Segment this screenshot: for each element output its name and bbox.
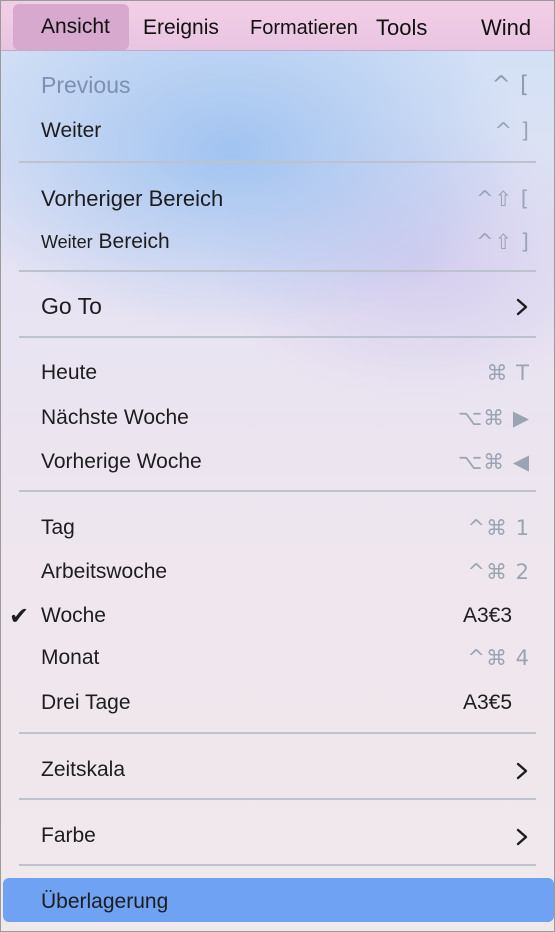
menu-formatieren[interactable]: Formatieren xyxy=(250,1,358,51)
menu-item-label: Weiter xyxy=(41,119,102,142)
separator xyxy=(19,732,536,734)
shortcut-monat: ^⌘ 4 xyxy=(467,646,530,670)
menu-item-label: Überlagerung xyxy=(41,890,169,913)
menu-item-naechste-woche[interactable]: Nächste Woche ⌥⌘ ▶ xyxy=(1,397,554,439)
menu-tools[interactable]: Tools xyxy=(376,1,427,51)
menu-item-label-part: Bereich xyxy=(98,230,170,253)
menu-item-label: Arbeitswoche xyxy=(41,560,168,583)
menu-item-label: Weiter Bereich xyxy=(41,221,170,263)
shortcut-drei-tage: A3€5 xyxy=(462,691,512,714)
shortcut-weiter: ^ ] xyxy=(494,119,530,143)
menu-item-ueberlagerung[interactable]: Überlagerung xyxy=(1,881,554,923)
shortcut-tag: ^⌘ 1 xyxy=(467,516,530,540)
menu-item-label: Tag xyxy=(41,516,75,539)
separator xyxy=(19,270,536,272)
menu-item-monat[interactable]: Monat ^⌘ 4 xyxy=(1,637,554,679)
shortcut-vorherige-woche: ⌥⌘ ◀ xyxy=(457,450,530,474)
menu-ansicht[interactable]: Ansicht xyxy=(13,4,129,50)
shortcut-heute: ⌘ T xyxy=(486,361,530,385)
menu-item-weiter-bereich[interactable]: Weiter Bereich ^⇧ ] xyxy=(1,221,554,263)
menu-item-tag[interactable]: Tag ^⌘ 1 xyxy=(1,507,554,549)
menu-item-zeitskala[interactable]: Zeitskala xyxy=(1,749,554,791)
shortcut-woche: A3€3 xyxy=(462,604,512,627)
menu-item-label: Drei Tage xyxy=(41,691,131,714)
shortcut-naechste-woche: ⌥⌘ ▶ xyxy=(457,406,530,430)
separator xyxy=(19,161,536,163)
menu-item-weiter[interactable]: Weiter ^ ] xyxy=(1,110,554,152)
menu-item-label: Woche xyxy=(41,604,106,627)
menu-item-vorheriger-bereich[interactable]: Vorheriger Bereich ^⇧ [ xyxy=(1,178,554,220)
menu-window: Ansicht Ereignis Formatieren Tools Wind … xyxy=(0,0,555,932)
menu-item-previous: Previous ^ [ xyxy=(1,64,554,106)
menu-item-label: Farbe xyxy=(41,824,96,847)
separator xyxy=(19,798,536,800)
menu-item-arbeitswoche[interactable]: Arbeitswoche ^⌘ 2 xyxy=(1,551,554,593)
separator xyxy=(19,336,536,338)
chevron-right-icon xyxy=(516,298,528,316)
menu-item-label: Heute xyxy=(41,361,98,384)
menu-item-label: Vorherige Woche xyxy=(41,450,202,473)
separator xyxy=(19,490,536,492)
menu-bar: Ansicht Ereignis Formatieren Tools Wind xyxy=(1,1,554,51)
chevron-right-icon xyxy=(516,762,528,780)
menu-item-label: Zeitskala xyxy=(41,758,126,781)
menu-item-label: Previous xyxy=(41,72,131,98)
shortcut-arbeitswoche: ^⌘ 2 xyxy=(467,560,530,584)
shortcut-vorheriger-bereich: ^⇧ [ xyxy=(475,187,530,211)
menu-item-drei-tage[interactable]: Drei Tage A3€5 xyxy=(1,682,554,724)
menu-item-woche[interactable]: ✔ Woche A3€3 xyxy=(1,595,554,637)
menu-item-vorherige-woche[interactable]: Vorherige Woche ⌥⌘ ◀ xyxy=(1,441,554,483)
menu-item-label: Vorheriger Bereich xyxy=(41,186,224,211)
shortcut-weiter-bereich: ^⇧ ] xyxy=(475,230,530,254)
menu-item-label: Nächste Woche xyxy=(41,406,189,429)
menu-item-label-part: Weiter xyxy=(41,232,93,252)
menu-ereignis[interactable]: Ereignis xyxy=(143,1,219,51)
menu-item-label: Go To xyxy=(41,293,102,319)
separator xyxy=(19,864,536,866)
shortcut-previous: ^ [ xyxy=(491,72,530,98)
menu-item-farbe[interactable]: Farbe xyxy=(1,815,554,857)
menu-item-go-to[interactable]: Go To xyxy=(1,285,554,327)
menu-item-heute[interactable]: Heute ⌘ T xyxy=(1,352,554,394)
chevron-right-icon xyxy=(516,828,528,846)
menu-item-label: Monat xyxy=(41,646,100,669)
checkmark-icon: ✔ xyxy=(9,602,30,630)
menu-wind[interactable]: Wind xyxy=(481,1,531,51)
